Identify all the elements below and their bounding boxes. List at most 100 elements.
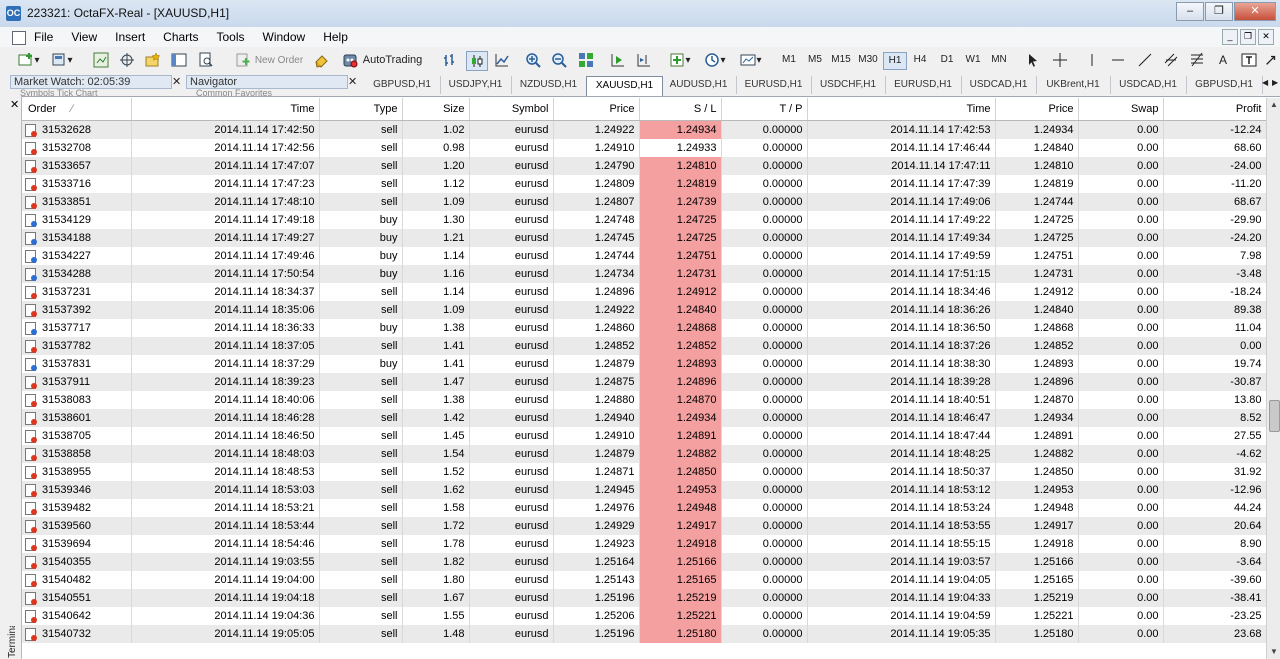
table-row[interactable]: 31540482 2014.11.14 19:04:00 sell 1.80 eurus…: [22, 571, 1266, 589]
table-row[interactable]: 31533716 2014.11.14 17:47:23 sell 1.12 eurus…: [22, 175, 1266, 193]
menu-window[interactable]: Window: [263, 30, 306, 44]
chart-tab-nzdusd-h1-2[interactable]: NZDUSD,H1: [511, 76, 587, 94]
table-row[interactable]: 31537782 2014.11.14 18:37:05 sell 1.41 eurus…: [22, 337, 1266, 355]
maximize-button[interactable]: ❐: [1205, 2, 1233, 21]
table-row[interactable]: 31534288 2014.11.14 17:50:54 buy 1.16 eurusd…: [22, 265, 1266, 283]
column-header-symbol[interactable]: Symbol: [469, 98, 554, 121]
templates-button[interactable]: ▾: [737, 51, 765, 69]
column-header-take-profit[interactable]: T / P: [721, 98, 808, 121]
market-watch-tabs[interactable]: Symbols Tick Chart: [20, 88, 170, 96]
minimize-button[interactable]: –: [1176, 2, 1204, 21]
menu-tools[interactable]: Tools: [217, 30, 245, 44]
new-order-button[interactable]: New Order: [230, 51, 308, 69]
zoom-in-button[interactable]: [524, 51, 542, 69]
menu-help[interactable]: Help: [323, 30, 348, 44]
arrows-menu-button[interactable]: [1264, 51, 1278, 69]
trendline-button[interactable]: [1136, 51, 1154, 69]
table-row[interactable]: 31534188 2014.11.14 17:49:27 buy 1.21 eurusd…: [22, 229, 1266, 247]
mdi-minimize-button[interactable]: _: [1222, 29, 1238, 45]
timeframe-h4[interactable]: H4: [909, 52, 931, 68]
metaeditor-button[interactable]: [312, 51, 332, 69]
table-row[interactable]: 31534129 2014.11.14 17:49:18 buy 1.30 eurusd…: [22, 211, 1266, 229]
document-icon[interactable]: [12, 31, 26, 45]
table-row[interactable]: 31538601 2014.11.14 18:46:28 sell 1.42 eurus…: [22, 409, 1266, 427]
bar-chart-button[interactable]: [441, 51, 459, 69]
strategy-tester-button[interactable]: [197, 51, 215, 69]
menu-view[interactable]: View: [71, 30, 97, 44]
chart-tab-eurusd-h1-7[interactable]: EURUSD,H1: [885, 76, 962, 94]
column-header-size[interactable]: Size: [402, 98, 470, 121]
navigator-tabs[interactable]: Common Favorites: [196, 88, 346, 96]
column-header-open-price[interactable]: Price: [553, 98, 640, 121]
column-header-profit[interactable]: Profit: [1163, 98, 1266, 121]
close-button[interactable]: ✕: [1234, 2, 1276, 21]
table-row[interactable]: 31540551 2014.11.14 19:04:18 sell 1.67 eurus…: [22, 589, 1266, 607]
vertical-line-button[interactable]: [1083, 51, 1101, 69]
table-row[interactable]: 31538858 2014.11.14 18:48:03 sell 1.54 eurus…: [22, 445, 1266, 463]
timeframe-m1[interactable]: M1: [778, 52, 800, 68]
tabs-scroll-right-icon[interactable]: ▶: [1272, 78, 1278, 87]
terminal-close-icon[interactable]: ✕: [10, 98, 19, 111]
timeframe-m5[interactable]: M5: [804, 52, 826, 68]
table-row[interactable]: 31540642 2014.11.14 19:04:36 sell 1.55 eurus…: [22, 607, 1266, 625]
indicators-button[interactable]: ▾: [667, 51, 693, 69]
timeframe-m30[interactable]: M30: [857, 52, 879, 68]
table-row[interactable]: 31539694 2014.11.14 18:54:46 sell 1.78 eurus…: [22, 535, 1266, 553]
table-row[interactable]: 31532708 2014.11.14 17:42:56 sell 0.98 eurus…: [22, 139, 1266, 157]
table-row[interactable]: 31537717 2014.11.14 18:36:33 buy 1.38 eurusd…: [22, 319, 1266, 337]
data-window-button[interactable]: [118, 51, 136, 69]
column-header-close-time[interactable]: Time: [807, 98, 996, 121]
chart-tab-eurusd-h1-5[interactable]: EURUSD,H1: [736, 76, 812, 94]
market-watch-button[interactable]: [92, 51, 110, 69]
horizontal-line-button[interactable]: [1109, 51, 1127, 69]
chart-tab-xauusd-h1-3[interactable]: XAUUSD,H1: [586, 76, 663, 96]
chart-tab-ukbrent-h1-9[interactable]: UKBrent,H1: [1036, 76, 1111, 94]
menu-insert[interactable]: Insert: [115, 30, 145, 44]
auto-scroll-button[interactable]: [609, 51, 627, 69]
timeframe-m15[interactable]: M15: [830, 52, 852, 68]
tile-windows-button[interactable]: [577, 51, 595, 69]
table-row[interactable]: 31534227 2014.11.14 17:49:46 buy 1.14 eurusd…: [22, 247, 1266, 265]
chart-tab-usdcad-h1-10[interactable]: USDCAD,H1: [1110, 76, 1187, 94]
column-header-stop-loss[interactable]: S / L: [639, 98, 722, 121]
timeframe-h1[interactable]: H1: [883, 52, 907, 70]
channel-button[interactable]: [1162, 51, 1180, 69]
terminal-button[interactable]: [170, 51, 188, 69]
table-row[interactable]: 31538705 2014.11.14 18:46:50 sell 1.45 eurus…: [22, 427, 1266, 445]
chart-tab-usdjpy-h1-1[interactable]: USDJPY,H1: [440, 76, 512, 94]
table-row[interactable]: 31537392 2014.11.14 18:35:06 sell 1.09 eurus…: [22, 301, 1266, 319]
column-header-order[interactable]: Order ∕: [22, 98, 132, 121]
navigator-header[interactable]: Navigator: [186, 75, 348, 89]
fibonacci-button[interactable]: [1188, 51, 1206, 69]
navigator-close-icon[interactable]: ✕: [348, 75, 357, 88]
table-row[interactable]: 31539482 2014.11.14 18:53:21 sell 1.58 eurus…: [22, 499, 1266, 517]
chart-tab-gbpusd-h1-0[interactable]: GBPUSD,H1: [364, 76, 441, 94]
crosshair-tool-button[interactable]: [1051, 51, 1069, 69]
column-header-close-price[interactable]: Price: [995, 98, 1079, 121]
zoom-out-button[interactable]: [550, 51, 568, 69]
table-row[interactable]: 31533851 2014.11.14 17:48:10 sell 1.09 eurus…: [22, 193, 1266, 211]
timeframe-d1[interactable]: D1: [936, 52, 958, 68]
table-row[interactable]: 31537911 2014.11.14 18:39:23 sell 1.47 eurus…: [22, 373, 1266, 391]
menu-file[interactable]: File: [34, 30, 53, 44]
table-row[interactable]: 31540355 2014.11.14 19:03:55 sell 1.82 eurus…: [22, 553, 1266, 571]
profiles-button[interactable]: ▾: [51, 51, 73, 69]
table-row[interactable]: 31540732 2014.11.14 19:05:05 sell 1.48 eurus…: [22, 625, 1266, 643]
navigator-button[interactable]: [143, 51, 163, 69]
cursor-tool-button[interactable]: [1024, 51, 1042, 69]
column-header-swap[interactable]: Swap: [1078, 98, 1164, 121]
scroll-down-icon[interactable]: ▼: [1267, 645, 1280, 659]
table-row[interactable]: 31537231 2014.11.14 18:34:37 sell 1.14 eurus…: [22, 283, 1266, 301]
chart-shift-button[interactable]: [634, 51, 654, 69]
chart-tab-usdchf-h1-6[interactable]: USDCHF,H1: [811, 76, 886, 94]
table-row[interactable]: 31538955 2014.11.14 18:48:53 sell 1.52 eurus…: [22, 463, 1266, 481]
chart-tab-audusd-h1-4[interactable]: AUDUSD,H1: [661, 76, 737, 94]
table-row[interactable]: 31532628 2014.11.14 17:42:50 sell 1.02 eurus…: [22, 120, 1266, 139]
table-row[interactable]: 31533657 2014.11.14 17:47:07 sell 1.20 eurus…: [22, 157, 1266, 175]
text-tool-button[interactable]: A: [1214, 51, 1232, 69]
mdi-restore-button[interactable]: ❐: [1240, 29, 1256, 45]
tabs-scroll-left-icon[interactable]: ◀: [1262, 78, 1268, 87]
mdi-close-button[interactable]: ✕: [1258, 29, 1274, 45]
market-watch-header[interactable]: Market Watch: 02:05:39: [10, 75, 172, 89]
vertical-scrollbar[interactable]: ▲ ▼: [1266, 98, 1280, 659]
